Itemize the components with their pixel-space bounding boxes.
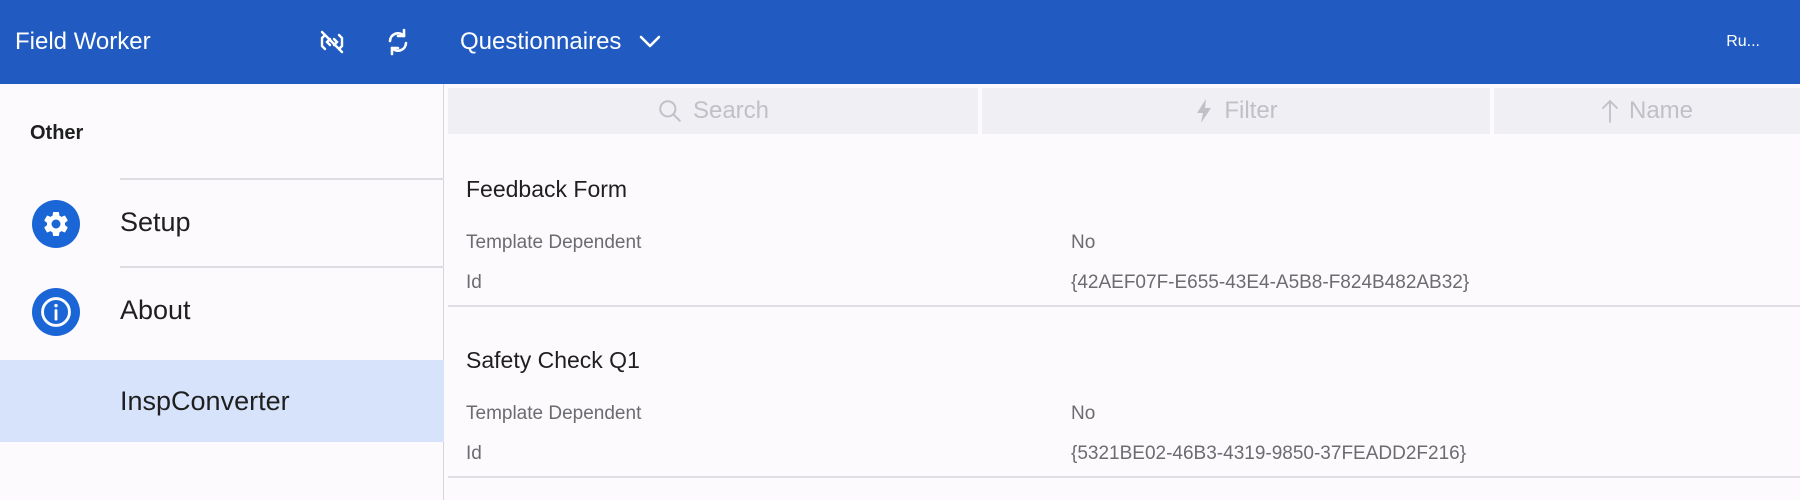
no-connection-icon	[320, 30, 344, 54]
filter-button[interactable]: Filter	[982, 88, 1490, 134]
field-label: Template Dependent	[466, 232, 642, 253]
field-label: Template Dependent	[466, 403, 642, 424]
sidebar-item-label: About	[120, 295, 191, 325]
record-title: Feedback Form	[466, 176, 628, 202]
sidebar-heading: Other	[30, 122, 84, 144]
list-item[interactable]: Feedback Form Template Dependent No Id {…	[448, 136, 1800, 307]
search-label: Search	[692, 97, 770, 124]
field-label: Id	[466, 443, 482, 464]
search-button[interactable]: Search	[448, 88, 978, 134]
info-icon	[41, 297, 71, 327]
field-label: Id	[466, 272, 482, 293]
sidebar-item-inspconverter[interactable]: InspConverter	[0, 360, 444, 442]
sidebar-item-label: Setup	[120, 207, 191, 237]
filter-label: Filter	[1224, 97, 1278, 124]
app-title: Field Worker	[15, 28, 151, 55]
field-value: No	[1071, 232, 1096, 253]
sidebar-item-setup[interactable]: Setup	[0, 178, 444, 264]
setup-icon-circle	[32, 200, 80, 248]
sidebar-item-about[interactable]: About	[0, 266, 444, 352]
record-title: Safety Check Q1	[466, 347, 640, 373]
questionnaires-dropdown[interactable]: Questionnaires	[460, 0, 661, 84]
lightning-icon	[1197, 99, 1212, 123]
arrow-up-icon	[1602, 100, 1618, 123]
offline-status-button[interactable]	[311, 21, 353, 63]
sync-icon	[388, 28, 408, 56]
about-icon-circle	[32, 288, 80, 336]
field-value: No	[1071, 403, 1096, 424]
sort-label: Name	[1628, 97, 1694, 124]
sort-button[interactable]: Name	[1494, 88, 1800, 134]
list-item[interactable]: Safety Check Q1 Template Dependent No Id…	[448, 307, 1800, 478]
search-icon	[659, 100, 681, 122]
sync-button[interactable]	[377, 21, 419, 63]
questionnaire-list: Feedback Form Template Dependent No Id {…	[448, 136, 1800, 478]
field-value: {5321BE02-46B3-4319-9850-37FEADD2F216}	[1071, 443, 1467, 464]
top-app-bar: Field Worker Questionnaires Ru...	[0, 0, 1800, 84]
user-menu[interactable]: Ru...	[1726, 0, 1760, 84]
gear-icon	[44, 211, 68, 236]
list-toolbar: Search Filter Name	[448, 88, 1800, 134]
field-value: {42AEF07F-E655-43E4-A5B8-F824B482AB32}	[1071, 272, 1470, 293]
dropdown-label: Questionnaires	[460, 28, 622, 55]
sidebar: Other Setup About InspConverter	[0, 84, 444, 500]
sidebar-item-label: InspConverter	[120, 386, 290, 416]
chevron-down-icon	[640, 35, 661, 48]
